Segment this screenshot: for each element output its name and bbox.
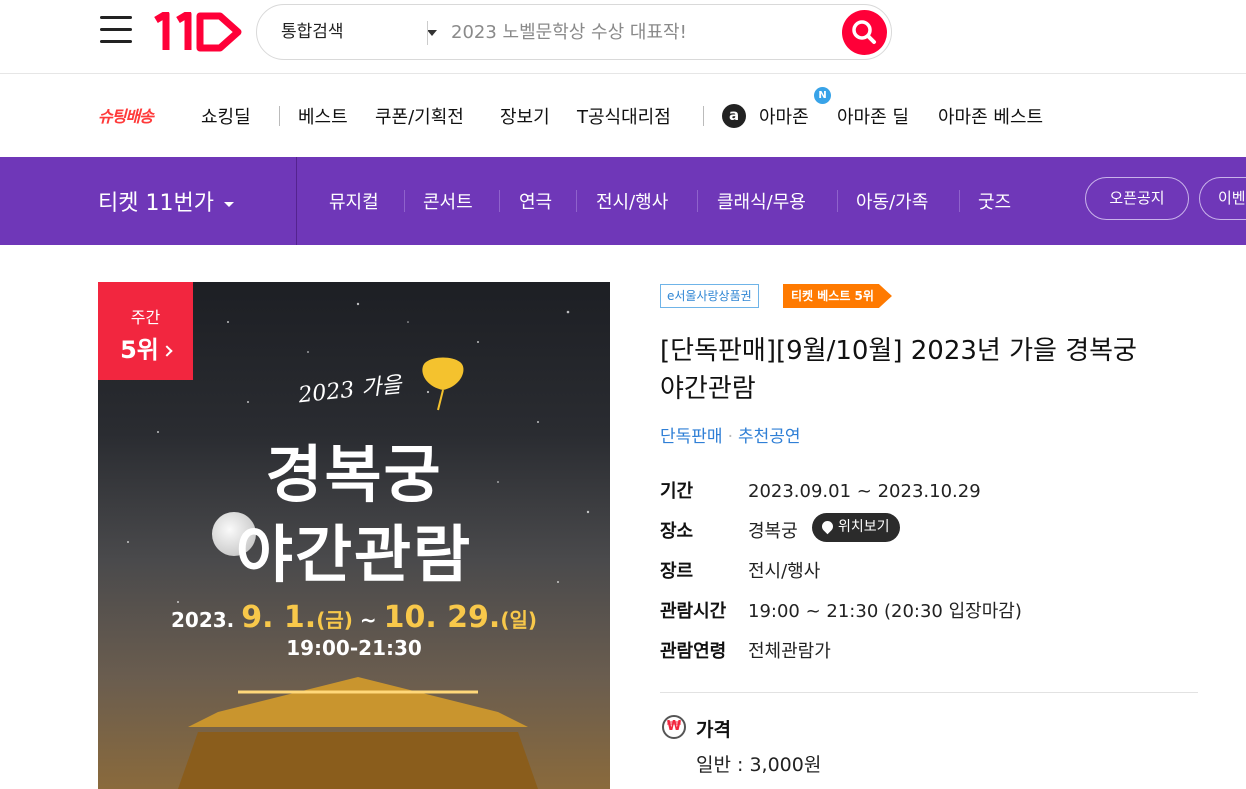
- nav-amazon-best[interactable]: 아마존 베스트: [938, 103, 1043, 129]
- category-divider: [959, 190, 960, 212]
- date-start: 9. 1.: [241, 600, 317, 635]
- date-prefix: 2023.: [170, 608, 235, 632]
- period-label: 기간: [660, 481, 694, 502]
- map-pin-icon: [819, 518, 836, 535]
- info-genre: 장르 전시/행사: [660, 557, 820, 583]
- product-poster: 주간 5위 2023 가을 경복궁 야간관람 2023. 9. 1.(금) ~ …: [98, 282, 610, 789]
- category-divider: [697, 190, 698, 212]
- nav-amazon[interactable]: 아마존: [759, 103, 809, 129]
- date-separator: ~: [352, 608, 384, 632]
- info-time: 관람시간 19:00 ~ 21:30 (20:30 입장마감): [660, 597, 1022, 623]
- genre-value: 전시/행사: [748, 561, 821, 582]
- link-separator: ·: [727, 427, 733, 447]
- info-period: 기간 2023.09.01 ~ 2023.10.29: [660, 477, 981, 503]
- time-label: 관람시간: [660, 601, 727, 622]
- ticket-home-dropdown[interactable]: 티켓 11번가: [98, 185, 234, 217]
- category-divider: [296, 157, 297, 245]
- category-divider: [404, 190, 405, 212]
- nav-amazon-deal[interactable]: 아마존 딜: [837, 103, 909, 129]
- ticket-best-tag[interactable]: 티켓 베스트 5위: [783, 284, 892, 308]
- section-divider: [660, 692, 1198, 693]
- weekly-rank-badge[interactable]: 주간 5위: [98, 282, 193, 380]
- service-nav: 슈팅배송 쇼킹딜 베스트 쿠폰/기획전 장보기 T공식대리점 a 아마존 N 아…: [0, 75, 1246, 157]
- nav-grocery[interactable]: 장보기: [500, 103, 550, 129]
- nav-t-dealer[interactable]: T공식대리점: [577, 103, 671, 129]
- price-general-value: 3,000원: [749, 754, 822, 776]
- category-family[interactable]: 아동/가족: [856, 188, 928, 214]
- poster-title-line2: 야간관람: [235, 518, 473, 591]
- category-goods[interactable]: 굿즈: [978, 188, 1011, 214]
- ginkgo-leaf-icon: [422, 357, 464, 411]
- date-end: 10. 29.: [383, 600, 501, 635]
- poster-dates: 2023. 9. 1.(금) ~ 10. 29.(일): [98, 600, 610, 635]
- age-value: 전체관람가: [748, 641, 831, 662]
- category-musical[interactable]: 뮤지컬: [329, 188, 379, 214]
- category-divider: [499, 190, 500, 212]
- won-icon: ₩: [662, 715, 686, 739]
- chevron-down-icon: [427, 30, 437, 36]
- amazon-icon: a: [722, 104, 746, 128]
- view-location-button[interactable]: 위치보기: [812, 513, 900, 542]
- recommended-link[interactable]: 추천공연: [738, 427, 801, 447]
- category-classic[interactable]: 클래식/무용: [717, 188, 806, 214]
- view-location-label: 위치보기: [838, 519, 890, 535]
- exclusive-link[interactable]: 단독판매: [660, 427, 723, 447]
- open-notice-button[interactable]: 오픈공지: [1085, 177, 1189, 220]
- poster-hours: 19:00-21:30: [286, 636, 422, 660]
- search-divider: [427, 21, 428, 45]
- price-general-label: 일반: [696, 754, 731, 776]
- place-label: 장소: [660, 521, 694, 542]
- search-button[interactable]: [842, 10, 887, 55]
- product-title: [단독판매][9월/10월] 2023년 가을 경복궁 야간관람: [660, 336, 1137, 404]
- 11st-logo[interactable]: [152, 12, 244, 52]
- info-place: 장소 경복궁: [660, 517, 798, 543]
- product-links: 단독판매 · 추천공연: [660, 422, 801, 447]
- seoul-voucher-tag: e서울사랑상품권: [660, 284, 759, 308]
- search-category-select[interactable]: 통합검색: [281, 5, 437, 59]
- search-icon: [852, 20, 876, 44]
- nav-shocking-deal[interactable]: 쇼킹딜: [201, 103, 251, 129]
- category-play[interactable]: 연극: [519, 188, 552, 214]
- search-bar: 통합검색: [256, 4, 892, 60]
- nav-divider: [279, 106, 280, 126]
- poster-title-line1: 경복궁: [265, 438, 443, 511]
- rank-value: 5위: [120, 336, 159, 364]
- ticket-home-label: 티켓 11번가: [98, 191, 214, 216]
- menu-icon[interactable]: [100, 16, 132, 44]
- date-start-day: (금): [316, 608, 353, 632]
- place-value: 경복궁: [748, 521, 798, 542]
- nav-coupon[interactable]: 쿠폰/기획전: [375, 103, 464, 129]
- time-value: 19:00 ~ 21:30 (20:30 입장마감): [748, 601, 1022, 622]
- category-concert[interactable]: 콘서트: [423, 188, 473, 214]
- category-exhibition[interactable]: 전시/행사: [596, 188, 668, 214]
- chevron-right-icon: [161, 345, 173, 357]
- search-category-label: 통합검색: [281, 22, 344, 42]
- chevron-down-icon: [223, 201, 234, 207]
- date-end-day: (일): [500, 608, 538, 632]
- nav-divider: [703, 106, 704, 126]
- price-general: 일반 : 3,000원: [696, 754, 822, 776]
- top-header: 통합검색: [0, 0, 1246, 74]
- period-value: 2023.09.01 ~ 2023.10.29: [748, 481, 981, 502]
- price-label: 가격: [696, 719, 731, 741]
- ticket-category-bar: 티켓 11번가 뮤지컬 콘서트 연극 전시/행사 클래식/무용 아동/가족 굿즈…: [0, 157, 1246, 245]
- shooting-delivery-link[interactable]: 슈팅배송: [98, 103, 154, 127]
- rank-period: 주간: [130, 308, 161, 327]
- category-divider: [576, 190, 577, 212]
- new-badge: N: [814, 87, 831, 104]
- genre-label: 장르: [660, 561, 694, 582]
- info-age: 관람연령 전체관람가: [660, 637, 831, 663]
- nav-best[interactable]: 베스트: [298, 103, 348, 129]
- event-button[interactable]: 이벤: [1199, 177, 1246, 220]
- search-input[interactable]: [451, 15, 831, 49]
- age-label: 관람연령: [660, 641, 727, 662]
- category-divider: [837, 190, 838, 212]
